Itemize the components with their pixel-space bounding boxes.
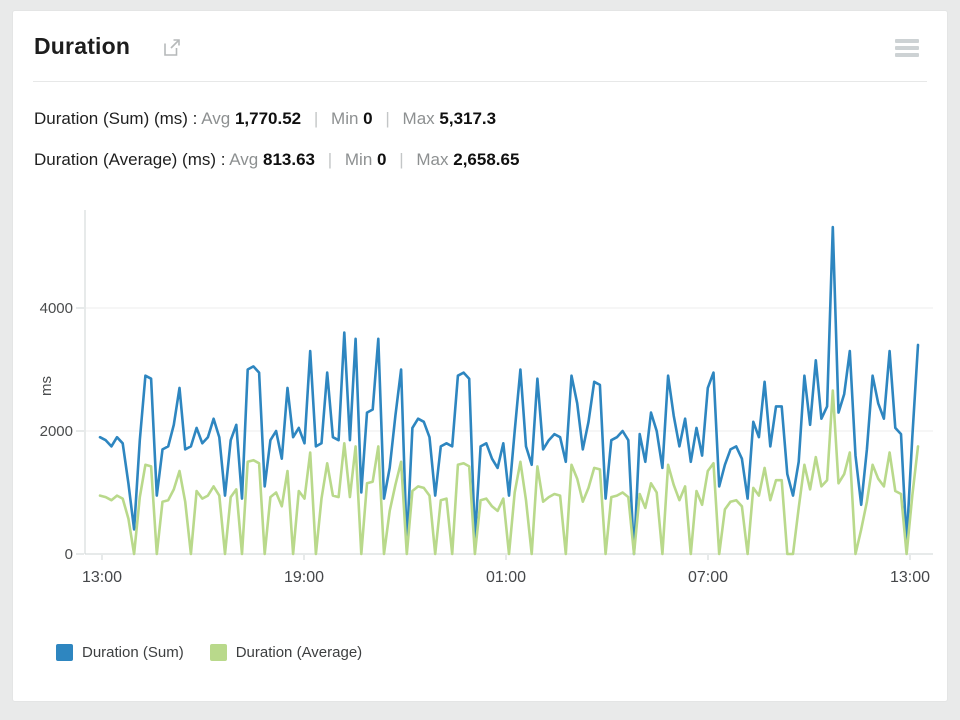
sum-min-label: Min (331, 109, 358, 128)
series-line-sum (100, 227, 918, 554)
stats-row-sum: Duration (Sum) (ms) : Avg 1,770.52 | Min… (34, 109, 519, 133)
x-tick-label: 01:00 (486, 569, 526, 586)
separator: | (306, 109, 326, 128)
external-link-icon[interactable] (161, 37, 182, 63)
legend-item-average[interactable]: Duration (Average) (210, 644, 362, 661)
duration-line-chart: 0 2000 4000 13:00 19:00 01:00 07:00 13:00 ms (13, 196, 949, 608)
sum-metric-label: Duration (Sum) (ms) : (34, 109, 197, 128)
avg-max-value: 2,658.65 (453, 150, 519, 169)
x-tick-label: 19:00 (284, 569, 324, 586)
legend-item-sum[interactable]: Duration (Sum) (56, 644, 184, 661)
x-tick-label: 13:00 (82, 569, 122, 586)
separator: | (320, 150, 340, 169)
avg-min-label: Min (345, 150, 372, 169)
sum-max-label: Max (403, 109, 435, 128)
chart-legend: Duration (Sum) Duration (Average) (56, 644, 362, 661)
avg-max-label: Max (416, 150, 448, 169)
hamburger-menu-icon[interactable] (895, 39, 919, 60)
sum-series-swatch (56, 644, 73, 661)
avg-avg-value: 813.63 (263, 150, 315, 169)
y-axis-title: ms (38, 376, 55, 396)
sum-min-value: 0 (363, 109, 372, 128)
separator: | (377, 109, 397, 128)
y-tick-label: 2000 (40, 423, 73, 440)
legend-label-average: Duration (Average) (236, 644, 362, 661)
x-tick-label: 07:00 (688, 569, 728, 586)
sum-avg-label: Avg (201, 109, 230, 128)
page-background: { "header": { "title": "Duration" }, "ic… (0, 0, 960, 720)
sum-max-value: 5,317.3 (439, 109, 496, 128)
avg-metric-label: Duration (Average) (ms) : (34, 150, 225, 169)
stats-summary: Duration (Sum) (ms) : Avg 1,770.52 | Min… (34, 109, 519, 191)
avg-avg-label: Avg (229, 150, 258, 169)
separator: | (391, 150, 411, 169)
sum-avg-value: 1,770.52 (235, 109, 301, 128)
y-tick-label: 4000 (40, 300, 73, 317)
page-title: Duration (34, 33, 130, 60)
duration-widget-card: Duration Duration (Sum) (ms) : Avg 1,770… (12, 10, 948, 702)
y-tick-label: 0 (65, 546, 73, 563)
x-tick-label: 13:00 (890, 569, 930, 586)
header-divider (33, 81, 927, 82)
stats-row-average: Duration (Average) (ms) : Avg 813.63 | M… (34, 150, 519, 174)
legend-label-sum: Duration (Sum) (82, 644, 184, 661)
average-series-swatch (210, 644, 227, 661)
avg-min-value: 0 (377, 150, 386, 169)
